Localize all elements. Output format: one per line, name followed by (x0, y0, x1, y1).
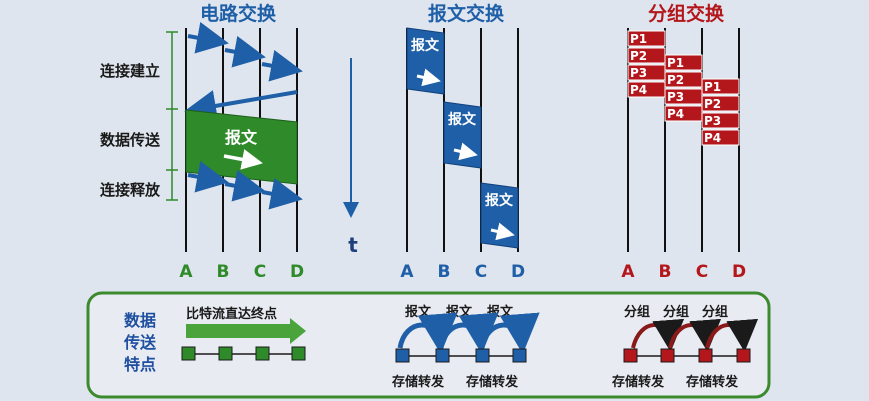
transfer-characteristics-panel: 数据 传送 特点 比特流直达终点 报文 报文 报文 存储转发 存储转发 分组 分… (86, 291, 771, 399)
store-forward-label: 存储转发 (466, 374, 519, 390)
phase-label-setup: 连接建立 (100, 62, 160, 80)
circuit-data-block (185, 109, 298, 185)
packet-label: P1 (704, 80, 721, 94)
node-label-a: A (179, 262, 193, 282)
message-switching-diagram: 报文 报文 报文 报文 A B C D (400, 27, 525, 282)
store-forward-label: 存储转发 (686, 374, 739, 390)
node-label-d: D (290, 262, 304, 282)
packet-hop-label: 分组 (663, 304, 689, 320)
node-label-a: A (621, 262, 635, 282)
node-square (218, 346, 233, 361)
packet-hop-label: 分组 (702, 304, 728, 320)
packet-label: P3 (630, 66, 647, 80)
panel-title-line3: 特点 (124, 355, 156, 374)
setup-arrow (224, 35, 266, 68)
packet-hop-label: 分组 (624, 304, 650, 320)
time-label: t (348, 233, 358, 257)
node-square (181, 346, 196, 361)
panel-title-line1: 数据 (124, 311, 156, 330)
node-label-d: D (511, 262, 525, 282)
ack-arrow (184, 90, 298, 122)
node-square (512, 348, 527, 363)
packet-label: P2 (630, 49, 647, 63)
message-hop-label: 报文 (405, 304, 432, 320)
node-square (291, 346, 306, 361)
node-label-b: B (659, 262, 672, 282)
message-hop-label: 报文 (487, 304, 514, 320)
node-label-c: C (254, 262, 266, 282)
node-label-a: A (400, 262, 414, 282)
release-arrow (224, 169, 266, 202)
store-forward-label: 存储转发 (612, 374, 665, 390)
node-label-b: B (438, 262, 451, 282)
packet-label: P4 (667, 107, 684, 121)
node-label-c: C (696, 262, 708, 282)
node-square (698, 348, 713, 363)
node-square (395, 348, 410, 363)
message-hop-label: 报文 (446, 304, 473, 320)
node-square (475, 348, 490, 363)
packet-switching-diagram: P1 P2 P3 P4 P1 P2 P3 P4 P1 P2 P3 P4 A B … (621, 28, 746, 282)
packet-label: P3 (704, 114, 721, 128)
store-forward-label: 存储转发 (392, 374, 445, 390)
release-arrow (187, 160, 229, 193)
bitstream-label: 比特流直达终点 (186, 306, 277, 322)
setup-arrow (187, 21, 229, 54)
packet-label: P3 (667, 90, 684, 104)
phase-label-release: 连接释放 (100, 181, 161, 199)
node-label-c: C (475, 262, 487, 282)
packet-label: P1 (667, 56, 684, 70)
packets-hop3: P1 P2 P3 P4 (701, 78, 740, 146)
packet-label: P4 (630, 83, 647, 97)
packet-label: P1 (630, 32, 647, 46)
node-square (435, 348, 450, 363)
phase-label-transfer: 数据传送 (100, 131, 161, 149)
message-label: 报文 (485, 192, 514, 209)
node-square (736, 348, 751, 363)
packets-hop1: P1 P2 P3 P4 (627, 30, 666, 98)
title-circuit-switching: 电路交换 (200, 2, 277, 25)
node-label-b: B (217, 262, 230, 282)
node-square (255, 346, 270, 361)
panel-title-line2: 传送 (123, 333, 157, 352)
switching-diagram: 电路交换 报文交换 分组交换 连接建立 数据传送 连接释放 报文 A B C D (86, 2, 771, 399)
packet-label: P2 (704, 97, 721, 111)
message-label: 报文 (411, 37, 440, 54)
setup-arrow (261, 49, 303, 82)
circuit-message-label: 报文 (225, 128, 258, 147)
packet-label: P2 (667, 73, 684, 87)
packets-hop2: P1 P2 P3 P4 (664, 54, 703, 122)
title-message-switching: 报文交换 (428, 2, 505, 25)
title-packet-switching: 分组交换 (648, 2, 725, 25)
node-label-d: D (732, 262, 746, 282)
message-label: 报文 (448, 111, 477, 128)
node-square (660, 348, 675, 363)
packet-label: P4 (704, 131, 721, 145)
circuit-switching-diagram: 连接建立 数据传送 连接释放 报文 A B C D (100, 21, 304, 282)
node-square (623, 348, 638, 363)
release-arrow (261, 177, 303, 210)
